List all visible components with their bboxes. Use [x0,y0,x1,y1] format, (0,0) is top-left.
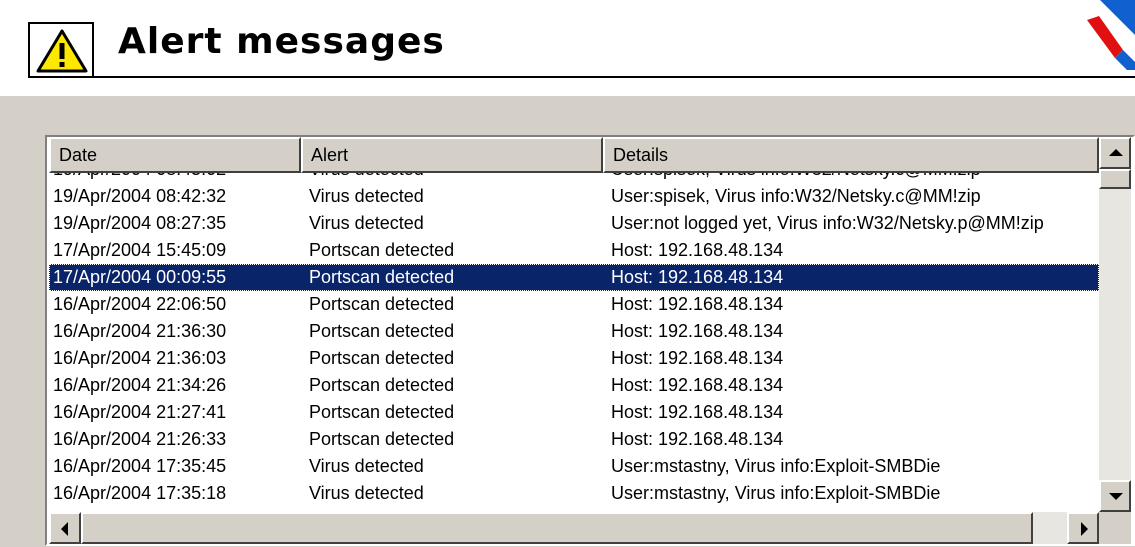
column-header-date[interactable]: Date [49,137,301,173]
cell-date: 16/Apr/2004 17:35:45 [53,456,227,476]
cell-date: 16/Apr/2004 21:36:30 [53,321,227,341]
cell-date: 17/Apr/2004 00:09:55 [53,267,227,287]
cell-date: 19/Apr/2004 08:27:35 [53,213,227,233]
scroll-right-button[interactable] [1067,512,1099,544]
table-row[interactable]: 16/Apr/2004 21:36:30 Portscan detected Hos… [49,318,1099,345]
cell-date: 16/Apr/2004 21:26:33 [53,429,227,449]
alerts-list-view[interactable]: Date Alert Details 19/Apr/2004 08:45:02 … [45,135,1135,546]
cell-date: 19/Apr/2004 08:42:32 [53,186,227,206]
page-title: Alert messages [118,21,445,62]
cell-details: Host: 192.168.48.134 [611,240,784,260]
cell-alert: Virus detected [309,483,424,503]
vertical-scroll-thumb[interactable] [1099,169,1131,189]
horizontal-scrollbar[interactable] [49,512,1099,544]
warning-icon [36,29,88,73]
scroll-right-arrow-icon [1081,522,1088,536]
table-row-selected[interactable]: 17/Apr/2004 00:09:55 Portscan detected Hos… [49,264,1099,291]
cell-date: 19/Apr/2004 08:45:02 [53,173,299,183]
cell-alert: Portscan detected [309,375,455,395]
column-header-alert[interactable]: Alert [301,137,603,173]
cell-details: User:spisek, Virus info:W32/Netsky.c@MM!… [611,173,1099,183]
table-row[interactable]: 16/Apr/2004 21:27:41 Portscan detected Hos… [49,399,1099,426]
scroll-left-button[interactable] [49,512,81,544]
table-row[interactable]: 16/Apr/2004 17:35:45 Virus detected User:m… [49,453,1099,480]
cell-details: Host: 192.168.48.134 [611,294,784,314]
scroll-up-arrow-icon [1109,149,1123,156]
table-row[interactable]: 16/Apr/2004 17:35:18 Virus detected User:m… [49,480,1099,507]
scroll-up-button[interactable] [1099,137,1131,169]
cell-alert: Portscan detected [309,429,455,449]
cell-details: User:not logged yet, Virus info:W32/Nets… [611,213,1044,233]
scroll-down-arrow-icon [1109,493,1123,500]
warning-icon-frame [28,22,94,78]
cell-details: Host: 192.168.48.134 [611,375,784,395]
cell-alert: Portscan detected [309,240,455,260]
cell-alert: Virus detected [309,173,599,183]
cell-alert: Virus detected [309,213,424,233]
cell-alert: Host connection limit reached [309,507,599,509]
cell-details: Host: 192.168.48.134 [611,321,784,341]
title-underline [94,76,1135,78]
table-row[interactable]: 19/Apr/2004 08:42:32 Virus detected User:s… [49,183,1099,210]
cell-alert: Portscan detected [309,348,455,368]
table-row[interactable]: 17/Apr/2004 15:45:09 Portscan detected Hos… [49,237,1099,264]
cell-date: 17/Apr/2004 15:45:09 [53,240,227,260]
vertical-scrollbar[interactable] [1099,137,1131,512]
cell-details: Host: 192.168.48.134 [611,402,784,422]
table-rows: 19/Apr/2004 08:45:02 Virus detected User… [49,173,1099,509]
cell-alert: Virus detected [309,456,424,476]
cell-date: 16/Apr/2004 21:36:03 [53,348,227,368]
cell-details: Host: 192.168.48.134 [611,348,784,368]
cell-details: User: pdobru [611,507,1099,509]
table-row[interactable]: 16/Apr/2004 22:06:50 Portscan detected Hos… [49,291,1099,318]
column-header-details[interactable]: Details [603,137,1099,173]
cell-date: 16/Apr/2004 22:06:50 [53,294,227,314]
corner-decoration [1087,0,1135,70]
cell-date: 16/Apr/2004 21:34:26 [53,375,227,395]
cell-date: 16/Apr/2004 21:27:41 [53,402,227,422]
table-row[interactable]: 19/Apr/2004 08:27:35 Virus detected User:n… [49,210,1099,237]
cell-details: User:mstastny, Virus info:Exploit-SMBDie [611,456,941,476]
table-row[interactable]: 16/Apr/2004 17:33:58 Host connection limi… [49,507,1099,509]
cell-date: 16/Apr/2004 17:35:18 [53,483,227,503]
cell-alert: Portscan detected [309,321,455,341]
header: Alert messages [0,0,1135,92]
table-row[interactable]: 16/Apr/2004 21:34:26 Portscan detected Hos… [49,372,1099,399]
cell-details: Host: 192.168.48.134 [611,267,784,287]
table-row[interactable]: 16/Apr/2004 21:36:03 Portscan detected Hos… [49,345,1099,372]
cell-date: 16/Apr/2004 17:33:58 [53,507,299,509]
cell-details: Host: 192.168.48.134 [611,429,784,449]
cell-alert: Virus detected [309,186,424,206]
cell-alert: Portscan detected [309,402,455,422]
cell-alert: Portscan detected [309,267,455,287]
column-header-row: Date Alert Details [49,137,1099,173]
table-row[interactable]: 16/Apr/2004 21:26:33 Portscan detected Hos… [49,426,1099,453]
cell-details: User:mstastny, Virus info:Exploit-SMBDie [611,483,941,503]
horizontal-scroll-thumb[interactable] [81,512,1033,544]
scrollbar-corner [1099,512,1131,544]
cell-alert: Portscan detected [309,294,455,314]
scroll-left-arrow-icon [61,522,68,536]
table-row-partial[interactable]: 19/Apr/2004 08:45:02 Virus detected User… [49,173,1099,183]
cell-details: User:spisek, Virus info:W32/Netsky.c@MM!… [611,186,981,206]
scroll-down-button[interactable] [1099,480,1131,512]
